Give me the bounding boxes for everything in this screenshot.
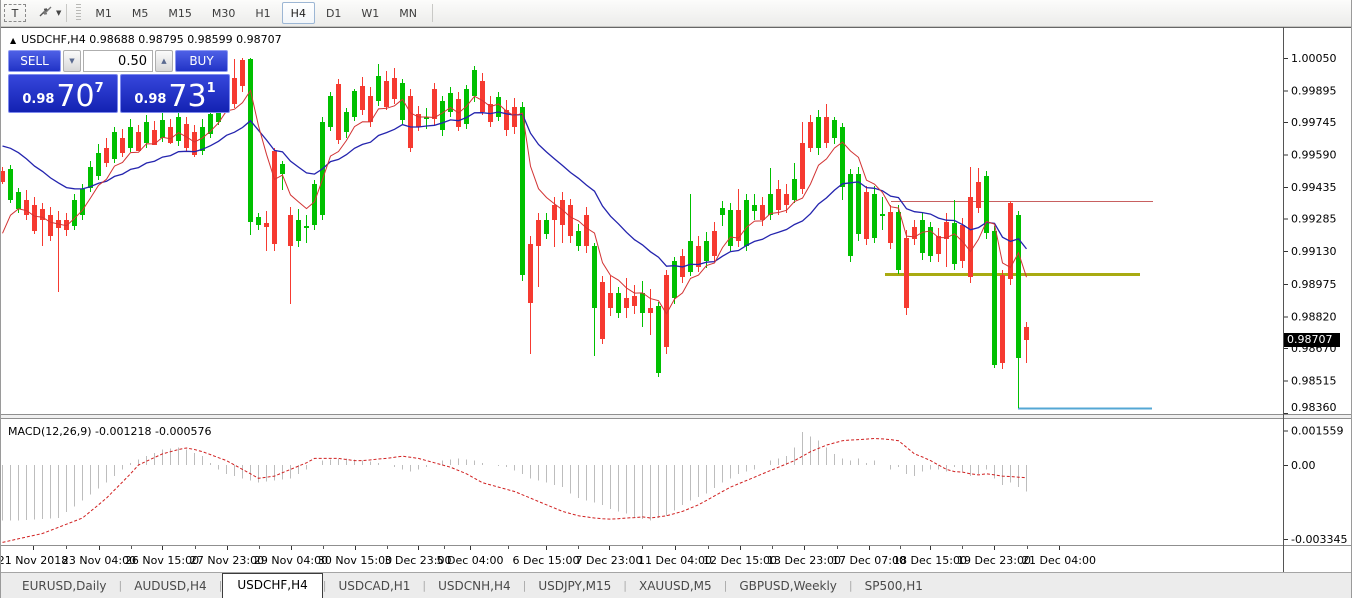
toolbar-separator (432, 4, 433, 22)
timeframe-button-m15[interactable]: M15 (159, 2, 201, 24)
timeframe-button-h1[interactable]: H1 (246, 2, 279, 24)
price-axis-label: 0.99590 (1291, 149, 1337, 162)
price-axis-label: 1.00050 (1291, 52, 1337, 65)
time-axis-label: 30 Nov 15:00 (318, 554, 392, 567)
timeframe-button-m1[interactable]: M1 (86, 2, 121, 24)
volume-increase-button[interactable]: ▲ (155, 50, 173, 72)
current-price-tag: 0.98707 (1284, 333, 1340, 347)
buy-button[interactable]: BUY (175, 50, 228, 72)
chart-title: ▲ USDCHF,H4 0.98688 0.98795 0.98599 0.987… (10, 33, 282, 46)
toolbar-separator (66, 4, 67, 22)
time-axis-label: 21 Dec 04:00 (1022, 554, 1096, 567)
sell-button[interactable]: SELL (8, 50, 61, 72)
macd-indicator-label: MACD(12,26,9) -0.001218 -0.000576 (8, 425, 211, 438)
sell-price-box[interactable]: 0.98 70 7 (8, 74, 118, 113)
timeframe-button-m5[interactable]: M5 (123, 2, 158, 24)
sell-price-big: 70 (56, 82, 94, 111)
timeframe-button-d1[interactable]: D1 (317, 2, 350, 24)
time-axis-label: 13 Dec 23:00 (767, 554, 841, 567)
time-axis-label: 21 Nov 2018 (0, 554, 68, 567)
price-axis-label: 0.99285 (1291, 213, 1337, 226)
price-axis-label: 0.99895 (1291, 85, 1337, 98)
time-axis-label: 19 Dec 23:00 (957, 554, 1031, 567)
chevron-down-icon: ▼ (56, 9, 61, 17)
arrange-arrows-button[interactable]: ▼ (38, 4, 61, 23)
price-axis-label: 0.98975 (1291, 278, 1337, 291)
macd-axis-label: -0.003345 (1291, 533, 1347, 546)
chart-tab-usdcnh[interactable]: USDCNH,H4 (426, 576, 523, 598)
chart-tabs-bar: EURUSD,Daily|AUDUSD,H4|USDCHF,H4|USDCAD,… (0, 572, 1352, 598)
toolbar-grip[interactable] (76, 4, 81, 22)
chart-tab-sp500[interactable]: SP500,H1 (853, 576, 935, 598)
chart-tab-usdjpy[interactable]: USDJPY,M15 (526, 576, 623, 598)
collapse-panel-icon[interactable]: ▲ (10, 36, 16, 45)
time-axis-label: 11 Dec 04:00 (638, 554, 712, 567)
price-axis-label: 0.99745 (1291, 116, 1337, 129)
price-axis-label: 0.98515 (1291, 374, 1337, 387)
macd-axis-label: 0.001559 (1291, 425, 1344, 438)
timeframe-button-w1[interactable]: W1 (352, 2, 388, 24)
ohlc-values: 0.98688 0.98795 0.98599 0.98707 (89, 33, 281, 46)
buy-price-box[interactable]: 0.98 73 1 (120, 74, 230, 113)
macd-axis-label: 0.00 (1291, 459, 1316, 472)
chart-tab-gbpusd[interactable]: GBPUSD,Weekly (727, 576, 849, 598)
arrows-icon (38, 4, 53, 23)
time-axis-label: 18 Dec 15:00 (893, 554, 967, 567)
buy-price-big: 73 (168, 82, 206, 111)
price-axis-label: 0.99435 (1291, 181, 1337, 194)
time-axis-label: 7 Dec 23:00 (576, 554, 643, 567)
chart-tab-audusd[interactable]: AUDUSD,H4 (122, 576, 218, 598)
buy-price-sup: 1 (207, 81, 216, 96)
volume-decrease-button[interactable]: ▼ (63, 50, 81, 72)
time-axis-label: 12 Dec 15:00 (703, 554, 777, 567)
price-axis-label: 0.99130 (1291, 245, 1337, 258)
buy-price-base: 0.98 (134, 92, 166, 107)
time-axis-label: 5 Dec 04:00 (437, 554, 504, 567)
volume-input[interactable] (83, 50, 153, 72)
text-tool-icon[interactable]: T (4, 4, 26, 22)
sell-price-base: 0.98 (22, 92, 54, 107)
time-axis-label: 26 Nov 15:00 (125, 554, 199, 567)
symbol-period-label: USDCHF,H4 (21, 33, 86, 46)
top-toolbar: T ▼ M1M5M15M30H1H4D1W1MN (0, 0, 1352, 27)
timeframe-button-h4[interactable]: H4 (282, 2, 315, 24)
sell-price-sup: 7 (95, 81, 104, 96)
time-axis-label: 6 Dec 15:00 (513, 554, 580, 567)
chart-tab-usdchf[interactable]: USDCHF,H4 (222, 573, 322, 598)
chart-tab-usdcad[interactable]: USDCAD,H1 (326, 576, 422, 598)
timeframe-button-mn[interactable]: MN (390, 2, 426, 24)
timeframe-buttons: M1M5M15M30H1H4D1W1MN (85, 2, 427, 24)
price-axis-label: 0.98360 (1291, 401, 1337, 414)
price-axis-label: 0.98820 (1291, 310, 1337, 323)
chart-tab-eurusd[interactable]: EURUSD,Daily (10, 576, 119, 598)
chart-tab-xauusd[interactable]: XAUUSD,M5 (627, 576, 724, 598)
timeframe-button-m30[interactable]: M30 (203, 2, 245, 24)
one-click-trading-panel: SELL ▼ ▲ BUY 0.98 70 7 0.98 73 1 (8, 50, 230, 113)
